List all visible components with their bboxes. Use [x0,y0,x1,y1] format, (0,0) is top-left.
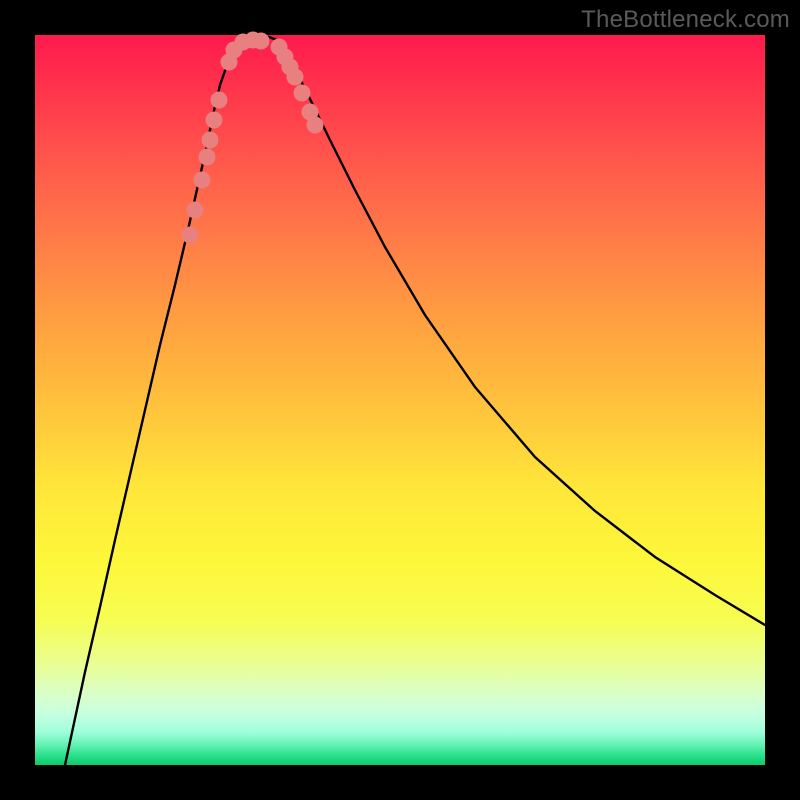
data-point-dot [194,172,211,189]
data-point-dot [287,69,304,86]
data-point-dot [211,92,228,109]
watermark-text: TheBottleneck.com [581,6,790,34]
data-point-dot [202,132,219,149]
bottleneck-curve [35,35,765,765]
data-point-dot [307,117,324,134]
data-point-dot [187,202,204,219]
plot-area [35,35,765,765]
chart-frame: TheBottleneck.com [0,0,800,800]
data-point-dot [294,85,311,102]
data-point-dot [182,227,199,244]
data-point-dot [199,149,216,166]
data-point-dot [253,33,270,50]
data-point-dot [206,112,223,129]
